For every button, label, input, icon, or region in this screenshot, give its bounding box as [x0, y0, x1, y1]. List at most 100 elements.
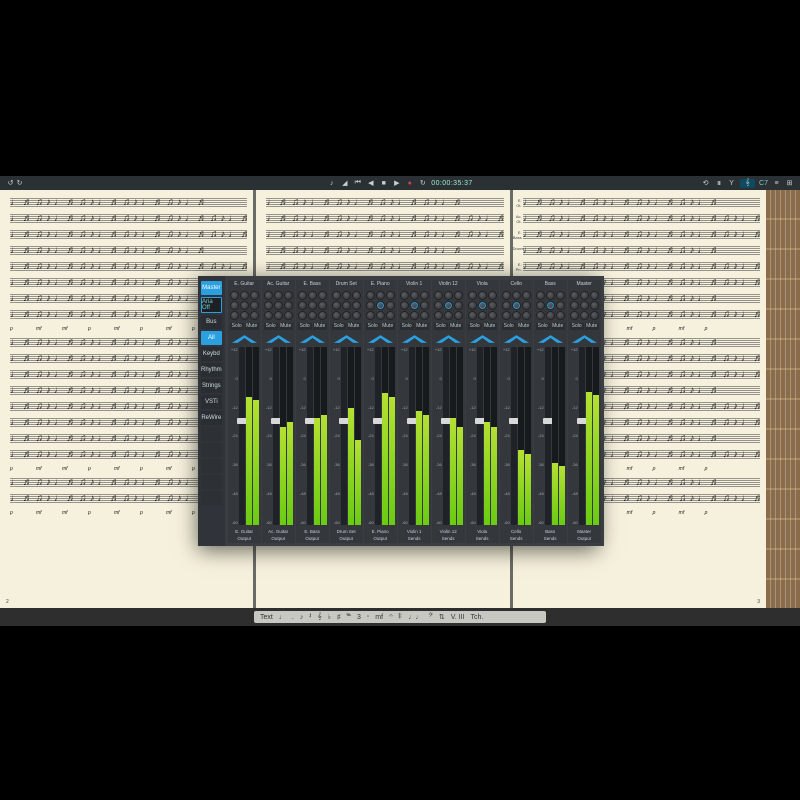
- channel-knob[interactable]: [502, 301, 511, 310]
- channel-knob[interactable]: [468, 311, 477, 320]
- channel-knob[interactable]: [478, 311, 487, 320]
- channel-knob[interactable]: [308, 291, 317, 300]
- channel-knob[interactable]: [556, 301, 565, 310]
- channel-knob[interactable]: [400, 311, 409, 320]
- palette-item[interactable]: ⏑: [367, 613, 369, 621]
- palette-item[interactable]: Text: [260, 614, 273, 621]
- pan-control[interactable]: [366, 332, 395, 344]
- channel-knob[interactable]: [522, 311, 531, 320]
- channel-knob[interactable]: [284, 301, 293, 310]
- channel-knob[interactable]: [454, 311, 463, 320]
- channel-knob[interactable]: [580, 311, 589, 320]
- channel-knob[interactable]: [298, 291, 307, 300]
- palette-item[interactable]: 𝄞: [317, 613, 321, 621]
- channel-knob[interactable]: [318, 301, 327, 310]
- guitar-icon[interactable]: 𝄞: [740, 179, 755, 188]
- channel-knob[interactable]: [400, 291, 409, 300]
- solo-button[interactable]: Solo: [400, 323, 414, 330]
- pan-control[interactable]: [502, 332, 531, 344]
- palette-item[interactable]: .: [292, 614, 294, 621]
- channel-knob[interactable]: [478, 301, 487, 310]
- channel-knob[interactable]: [230, 291, 239, 300]
- pan-control[interactable]: [468, 332, 497, 344]
- mixer-group-keybd[interactable]: Keybd: [201, 347, 222, 361]
- palette-item[interactable]: ♩♩: [408, 614, 422, 621]
- channel-knob[interactable]: [454, 291, 463, 300]
- mute-button[interactable]: Mute: [381, 323, 395, 330]
- channel-knob[interactable]: [512, 311, 521, 320]
- palette-item[interactable]: 𝄢: [428, 613, 433, 621]
- pan-control[interactable]: [264, 332, 293, 344]
- palette-item[interactable]: ♪: [300, 614, 304, 621]
- channel-knob[interactable]: [332, 311, 341, 320]
- channel-knob[interactable]: [420, 311, 429, 320]
- palette-item[interactable]: ♭: [328, 613, 331, 621]
- channel-knob[interactable]: [250, 301, 259, 310]
- pan-control[interactable]: [536, 332, 565, 344]
- channel-knob[interactable]: [546, 311, 555, 320]
- channel-knob[interactable]: [410, 301, 419, 310]
- channel-knob[interactable]: [454, 301, 463, 310]
- channel-knob[interactable]: [274, 291, 283, 300]
- channel-knob[interactable]: [366, 301, 375, 310]
- channel-knob[interactable]: [284, 291, 293, 300]
- mute-button[interactable]: Mute: [483, 323, 497, 330]
- fretboard-panel[interactable]: [766, 190, 800, 608]
- channel-knob[interactable]: [444, 311, 453, 320]
- pan-control[interactable]: [230, 332, 259, 344]
- channel-knob[interactable]: [308, 311, 317, 320]
- channel-knob[interactable]: [274, 301, 283, 310]
- mixer-group-rhythm[interactable]: Rhythm: [201, 363, 222, 377]
- channel-knob[interactable]: [546, 301, 555, 310]
- menu-icon[interactable]: ≡: [772, 179, 781, 188]
- mixer-aria-toggle[interactable]: Aria Off: [201, 297, 222, 313]
- channel-knob[interactable]: [332, 291, 341, 300]
- channel-knob[interactable]: [570, 301, 579, 310]
- palette-item[interactable]: Tch.: [470, 614, 483, 621]
- mute-button[interactable]: Mute: [449, 323, 463, 330]
- channel-knob[interactable]: [318, 291, 327, 300]
- channel-knob[interactable]: [536, 291, 545, 300]
- channel-knob[interactable]: [488, 301, 497, 310]
- channel-knob[interactable]: [488, 311, 497, 320]
- tuning-fork-icon[interactable]: Y: [727, 179, 736, 188]
- channel-knob[interactable]: [546, 291, 555, 300]
- solo-button[interactable]: Solo: [230, 323, 244, 330]
- channel-knob[interactable]: [376, 311, 385, 320]
- channel-knob[interactable]: [352, 311, 361, 320]
- pan-control[interactable]: [570, 332, 599, 344]
- channel-knob[interactable]: [434, 311, 443, 320]
- pan-control[interactable]: [332, 332, 361, 344]
- volume-fader[interactable]: [579, 347, 585, 525]
- solo-button[interactable]: Solo: [434, 323, 448, 330]
- channel-knob[interactable]: [400, 301, 409, 310]
- channel-knob[interactable]: [580, 301, 589, 310]
- volume-fader[interactable]: [443, 347, 449, 525]
- channel-knob[interactable]: [512, 291, 521, 300]
- channel-knob[interactable]: [298, 311, 307, 320]
- channel-knob[interactable]: [386, 311, 395, 320]
- channel-knob[interactable]: [366, 291, 375, 300]
- mixer-tab-all[interactable]: All: [201, 331, 222, 345]
- channel-knob[interactable]: [342, 311, 351, 320]
- channel-knob[interactable]: [556, 291, 565, 300]
- channel-knob[interactable]: [240, 301, 249, 310]
- undo-icon[interactable]: ↺: [6, 179, 15, 188]
- mixer-empty-slot-4[interactable]: [201, 475, 222, 489]
- solo-button[interactable]: Solo: [366, 323, 380, 330]
- channel-knob[interactable]: [342, 291, 351, 300]
- palette-item[interactable]: 3: [357, 614, 361, 621]
- mixer-window[interactable]: Master Aria Off Bus All Keybd Rhythm Str…: [198, 276, 598, 546]
- skip-back-icon[interactable]: ◀: [366, 179, 375, 188]
- loop-marker-icon[interactable]: ⟲: [701, 179, 710, 188]
- solo-button[interactable]: Solo: [332, 323, 346, 330]
- channel-knob[interactable]: [434, 301, 443, 310]
- palette-item[interactable]: mf: [375, 614, 383, 621]
- mixer-empty-slot-2[interactable]: [201, 443, 222, 457]
- redo-icon[interactable]: ↻: [15, 179, 24, 188]
- channel-knob[interactable]: [522, 301, 531, 310]
- channel-knob[interactable]: [502, 311, 511, 320]
- loop-icon[interactable]: ↻: [418, 179, 427, 188]
- mixer-group-strings[interactable]: Strings: [201, 379, 222, 393]
- channel-knob[interactable]: [410, 311, 419, 320]
